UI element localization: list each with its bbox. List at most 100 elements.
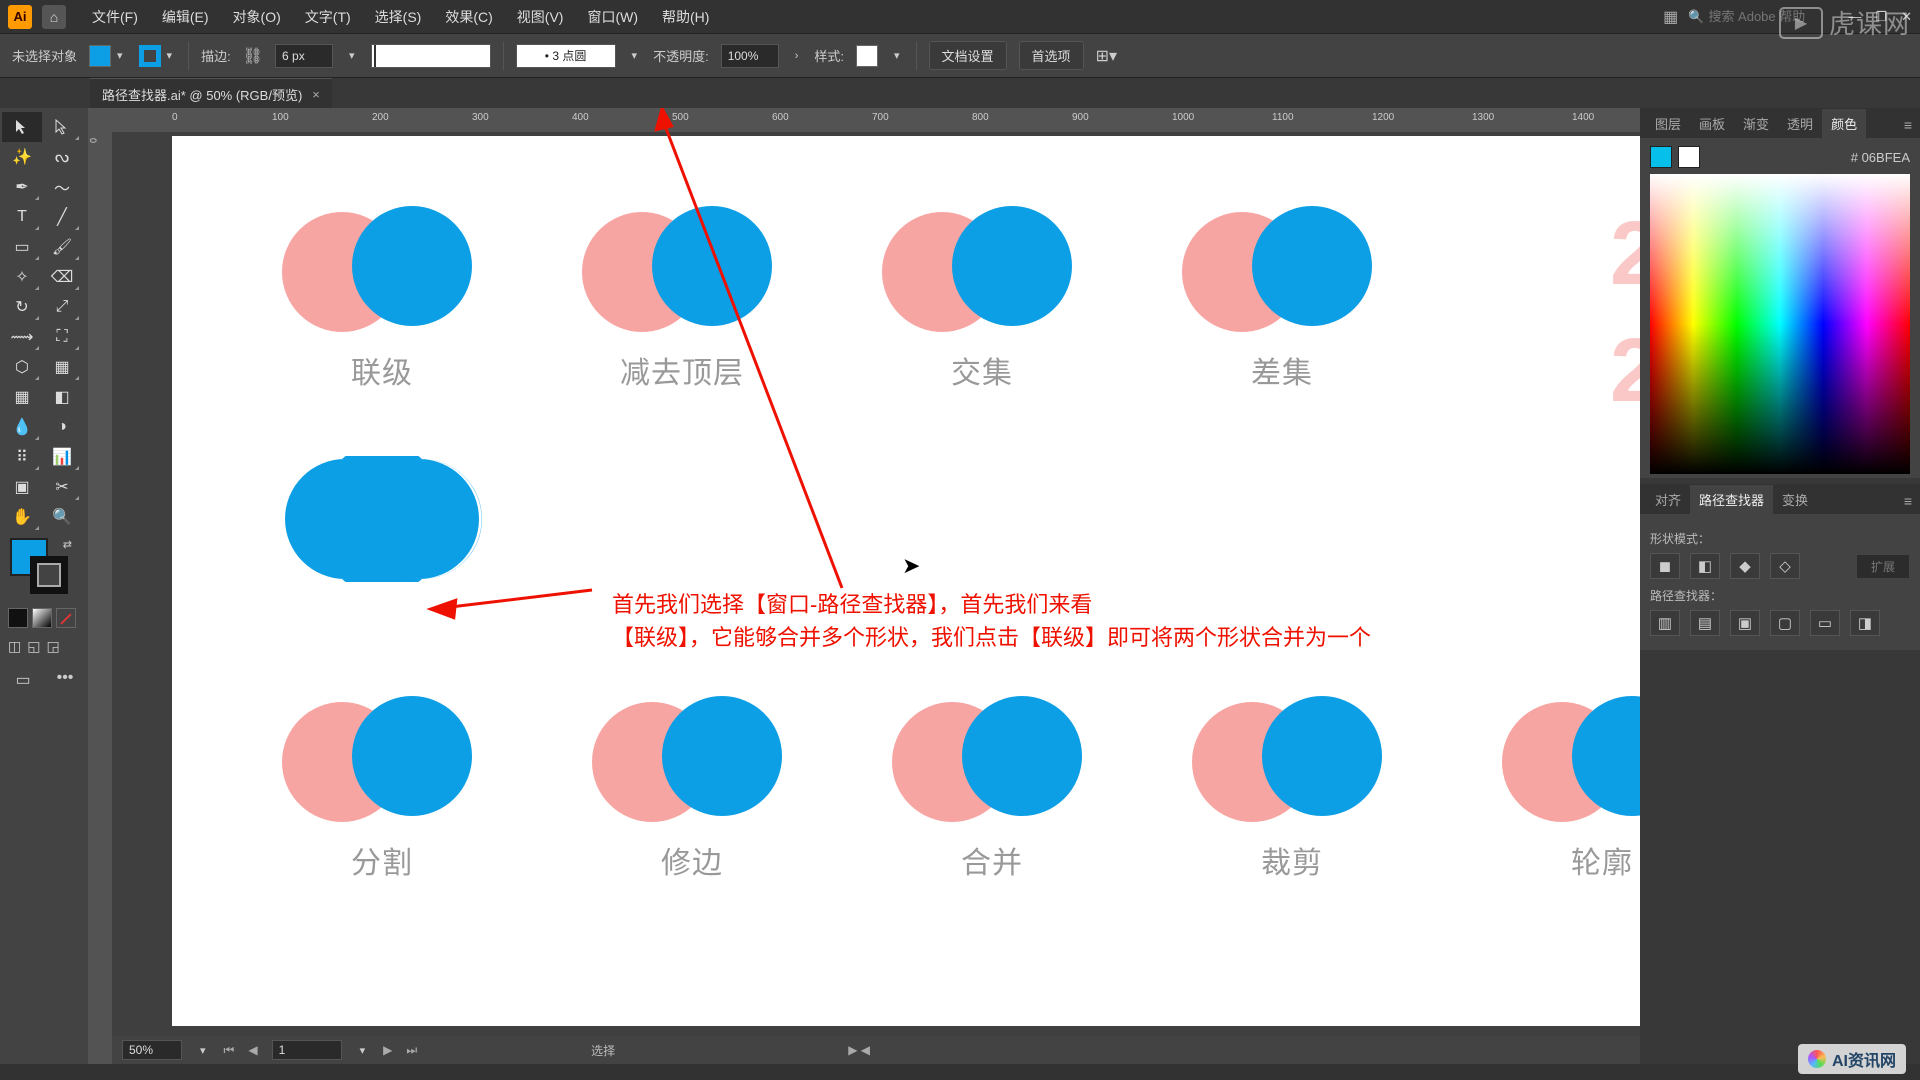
fill-swatch[interactable] [89,45,111,67]
rotate-tool[interactable]: ↻ [2,292,42,322]
shaper-tool[interactable]: ✧ [2,262,42,292]
panel-menu-icon[interactable]: ≡ [1896,112,1920,138]
free-transform-tool[interactable]: ⛶ [42,322,82,352]
tab-transform[interactable]: 变换 [1773,485,1817,514]
stroke-weight-input[interactable] [275,44,333,68]
divide-icon[interactable]: ▥ [1650,610,1680,636]
tab-close-icon[interactable]: × [312,87,320,102]
mesh-tool[interactable]: ▦ [2,382,42,412]
brush-dropdown[interactable]: ▾ [628,49,642,62]
tab-color[interactable]: 颜色 [1822,109,1866,138]
graphic-style-swatch[interactable] [856,45,878,67]
search-input[interactable] [1708,9,1828,24]
next-artboard-icon[interactable]: ▶ [383,1043,392,1057]
trim-icon[interactable]: ▤ [1690,610,1720,636]
gradient-tool[interactable]: ◧ [42,382,82,412]
selection-tool[interactable] [2,112,42,142]
screen-mode-icon[interactable]: ▭ [3,665,43,695]
rectangle-tool[interactable]: ▭ [2,232,42,262]
shape-builder-tool[interactable]: ⬡ [2,352,42,382]
window-restore[interactable]: ❐ [1875,9,1887,25]
fill-stroke-control[interactable]: ⇄ [6,538,82,598]
outline-icon[interactable]: ▭ [1810,610,1840,636]
perspective-grid-tool[interactable]: ▦ [42,352,82,382]
menu-edit[interactable]: 编辑(E) [152,3,219,31]
arrange-docs-icon[interactable]: ▦ [1663,7,1678,27]
pathfinder-panel-menu-icon[interactable]: ≡ [1896,488,1920,514]
last-artboard-icon[interactable]: ⏭ [406,1043,417,1058]
hand-tool[interactable]: ✋ [2,502,42,532]
tab-gradient[interactable]: 渐变 [1734,109,1778,138]
eraser-tool[interactable]: ⌫ [42,262,82,292]
edit-toolbar-icon[interactable]: ••• [45,669,85,691]
tab-pathfinder[interactable]: 路径查找器 [1690,485,1773,514]
menu-object[interactable]: 对象(O) [223,3,291,31]
tab-align[interactable]: 对齐 [1646,485,1690,514]
menu-window[interactable]: 窗口(W) [577,3,648,31]
column-graph-tool[interactable]: 📊 [42,442,82,472]
expand-button[interactable]: 扩展 [1856,554,1910,579]
document-tab[interactable]: 路径查找器.ai* @ 50% (RGB/预览) × [90,78,332,108]
paintbrush-tool[interactable]: 🖌 [42,232,82,262]
opacity-dropdown[interactable]: › [791,50,803,62]
artboard-number-input[interactable] [272,1040,342,1060]
opacity-input[interactable] [721,44,779,68]
align-to-icon[interactable]: ⊞▾ [1096,46,1117,66]
intersect-icon[interactable]: ◆ [1730,553,1760,579]
artboard-tool[interactable]: ▣ [2,472,42,502]
draw-normal-icon[interactable]: ◫ [8,638,21,655]
swap-fill-stroke-icon[interactable]: ⇄ [63,538,72,551]
tab-artboards[interactable]: 画板 [1690,109,1734,138]
tab-layers[interactable]: 图层 [1646,109,1690,138]
pen-tool[interactable]: ✒ [2,172,42,202]
first-artboard-icon[interactable]: ⏮ [224,1043,235,1058]
hex-value[interactable]: 06BFEA [1862,150,1910,165]
stroke-link-icon[interactable]: ⛓ [243,46,263,66]
prev-artboard-icon[interactable]: ◀ [248,1043,257,1057]
eyedropper-tool[interactable]: 💧 [2,412,42,442]
curvature-tool[interactable]: ～ [42,172,82,202]
panel-stroke-swatch[interactable] [1678,146,1700,168]
none-mode-icon[interactable] [56,608,76,628]
type-tool[interactable]: T [2,202,42,232]
scale-tool[interactable]: ⤢ [42,292,82,322]
symbol-sprayer-tool[interactable]: ⠿ [2,442,42,472]
blend-tool[interactable]: ◑ [42,412,82,442]
color-spectrum[interactable] [1650,174,1910,474]
minus-front-icon[interactable]: ◧ [1690,553,1720,579]
panel-fill-swatch[interactable] [1650,146,1672,168]
menu-view[interactable]: 视图(V) [507,3,574,31]
merge-icon[interactable]: ▣ [1730,610,1760,636]
status-play-icon[interactable]: ▶ ◀ [848,1043,870,1057]
draw-inside-icon[interactable]: ◲ [46,638,59,655]
menu-file[interactable]: 文件(F) [82,3,148,31]
color-mode-icon[interactable] [8,608,28,628]
lasso-tool[interactable]: ᔓ [42,142,82,172]
fill-dropdown[interactable]: ▾ [113,49,127,62]
zoom-dropdown[interactable]: ▾ [196,1044,210,1057]
direct-selection-tool[interactable] [42,112,82,142]
crop-icon[interactable]: ▢ [1770,610,1800,636]
style-dropdown[interactable]: ▾ [890,49,904,62]
canvas-area[interactable]: 0 100 200 300 400 500 600 700 800 900 10… [112,108,1640,1064]
magic-wand-tool[interactable]: ✨ [2,142,42,172]
menu-help[interactable]: 帮助(H) [652,3,719,31]
brush-definition[interactable]: • 3 点圆 [516,44,616,68]
preferences-button[interactable]: 首选项 [1019,41,1084,70]
menu-type[interactable]: 文字(T) [295,3,361,31]
stroke-color-icon[interactable] [30,556,68,594]
stroke-dropdown[interactable]: ▾ [163,49,177,62]
window-close[interactable]: ✕ [1901,9,1912,25]
tab-transparency[interactable]: 透明 [1778,109,1822,138]
artboard-dropdown[interactable]: ▾ [356,1044,370,1057]
width-tool[interactable]: ⟿ [2,322,42,352]
document-setup-button[interactable]: 文档设置 [929,41,1007,70]
stroke-swatch[interactable] [139,45,161,67]
stroke-weight-dropdown[interactable]: ▾ [345,49,359,62]
home-icon[interactable]: ⌂ [42,5,66,29]
variable-width-profile[interactable] [371,44,491,68]
menu-select[interactable]: 选择(S) [365,3,432,31]
window-minimize[interactable]: — [1848,9,1861,25]
zoom-input[interactable] [122,1040,182,1060]
zoom-tool[interactable]: 🔍 [42,502,82,532]
